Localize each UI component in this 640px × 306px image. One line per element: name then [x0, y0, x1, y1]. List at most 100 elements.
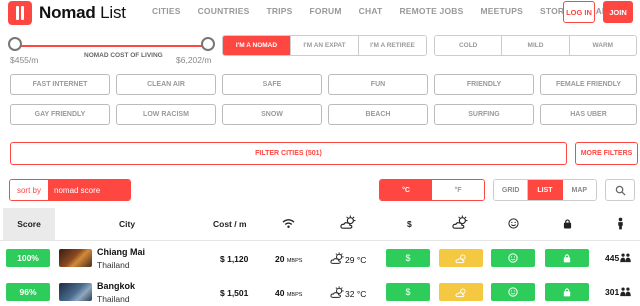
column-score-header[interactable]: Score: [3, 208, 55, 240]
safety-rating-cell: [545, 249, 589, 267]
tag-surfing[interactable]: SURFING: [434, 104, 534, 125]
tag-beach[interactable]: BEACH: [328, 104, 428, 125]
weather-icon: [340, 215, 356, 229]
nav-item-trips[interactable]: TRIPS: [266, 6, 292, 16]
tag-friendly[interactable]: FRIENDLY: [434, 74, 534, 95]
temperature: 29 °C: [330, 252, 366, 265]
cost-min-value: $455/m: [10, 55, 39, 65]
climate-cold[interactable]: COLD: [435, 36, 503, 55]
cost-max-value: $6,202/m: [176, 55, 212, 65]
cost-value: $ 1,120: [220, 254, 249, 264]
weather-rating-cell: [439, 283, 483, 301]
person-icon: [618, 217, 623, 230]
people-count: 301: [605, 287, 632, 297]
weather-icon: [454, 287, 466, 297]
logo-icon: [8, 1, 32, 25]
cost-rating-cell: $: [386, 249, 430, 267]
table-row[interactable]: 100% Chiang Mai Thailand $ 1,120 20 MBPS…: [0, 243, 640, 274]
nav-item-countries[interactable]: COUNTRIES: [198, 6, 250, 16]
people-icon: [620, 253, 631, 263]
smiley-icon: [508, 218, 519, 229]
filter-cities-button[interactable]: FILTER CITIES (501): [10, 142, 567, 165]
logo[interactable]: Nomad List: [8, 1, 126, 25]
top-header: Nomad List CITIES COUNTRIES TRIPS FORUM …: [0, 0, 640, 30]
join-button[interactable]: JOIN: [603, 1, 633, 23]
people-count: 445: [605, 253, 632, 263]
tag-snow[interactable]: SNOW: [222, 104, 322, 125]
nav-item-chat[interactable]: CHAT: [359, 6, 383, 16]
sort-selector[interactable]: sort by nomad score: [9, 179, 131, 201]
lock-icon: [563, 288, 571, 297]
search-button[interactable]: [605, 179, 635, 201]
climate-warm[interactable]: WARM: [569, 36, 636, 55]
weather-rating-cell: [439, 249, 483, 267]
cost-slider-max-handle[interactable]: [201, 37, 215, 51]
column-city-header[interactable]: City: [119, 219, 135, 229]
fun-rating-cell: [491, 249, 535, 267]
cost-slider-min-handle[interactable]: [8, 37, 22, 51]
climate-selector: COLD MILD WARM: [434, 35, 637, 56]
score-badge: 96%: [6, 283, 50, 301]
tag-gay-friendly[interactable]: GAY FRIENDLY: [10, 104, 110, 125]
table-row[interactable]: 96% Bangkok Thailand $ 1,501 40 MBPS 32 …: [0, 276, 640, 306]
climate-icon: [452, 215, 468, 229]
people-icon: [620, 287, 631, 297]
tag-clean-air-fix[interactable]: CLEAN AIR: [116, 74, 216, 95]
weather-icon: [330, 286, 344, 298]
tag-fast-internet-fix[interactable]: FAST INTERNET: [10, 74, 110, 95]
column-cost-header[interactable]: Cost / m: [213, 219, 247, 229]
unit-fahrenheit[interactable]: °F: [432, 180, 484, 200]
city-thumbnail[interactable]: [59, 249, 92, 267]
tag-female-friendly[interactable]: FEMALE FRIENDLY: [540, 74, 637, 95]
country-name: Thailand: [97, 294, 130, 304]
logo-text: Nomad List: [39, 3, 126, 22]
temperature-unit-toggle: °C °F: [379, 179, 485, 201]
smiley-icon: [508, 253, 518, 263]
more-filters-button[interactable]: MORE FILTERS: [575, 142, 638, 165]
cost-slider-track[interactable]: [14, 45, 210, 47]
persona-expat[interactable]: I'M AN EXPAT: [291, 36, 359, 55]
persona-retiree[interactable]: I'M A RETIREE: [359, 36, 426, 55]
internet-speed: 20 MBPS: [275, 254, 303, 264]
nav-item-meetups[interactable]: MEETUPS: [481, 6, 524, 16]
climate-mild[interactable]: MILD: [502, 36, 570, 55]
cost-slider-label: NOMAD COST OF LIVING: [84, 52, 163, 59]
cost-rating-cell: $: [386, 283, 430, 301]
nav-item-cities[interactable]: CITIES: [152, 6, 181, 16]
wifi-icon: [282, 219, 295, 228]
view-toggle: GRID LIST MAP: [493, 179, 597, 201]
table-header: [0, 207, 640, 241]
temperature: 32 °C: [330, 286, 366, 299]
login-button[interactable]: LOG IN: [563, 1, 595, 23]
column-price-header[interactable]: $: [407, 219, 412, 229]
view-list[interactable]: LIST: [528, 180, 563, 200]
internet-speed: 40 MBPS: [275, 288, 303, 298]
smiley-icon: [508, 287, 518, 297]
nav-item-remote-jobs[interactable]: REMOTE JOBS: [399, 6, 463, 16]
safety-rating-cell: [545, 283, 589, 301]
unit-celsius[interactable]: °C: [380, 180, 432, 200]
fun-rating-cell: [491, 283, 535, 301]
lock-icon: [563, 254, 571, 263]
tag-safe[interactable]: SAFE: [222, 74, 322, 95]
view-grid[interactable]: GRID: [494, 180, 529, 200]
lock-icon: [563, 219, 572, 229]
country-name: Thailand: [97, 260, 130, 270]
view-map[interactable]: MAP: [562, 180, 596, 200]
sort-label: sort by: [10, 180, 48, 200]
weather-icon: [330, 252, 344, 264]
cost-value: $ 1,501: [220, 288, 249, 298]
tag-has-uber[interactable]: HAS UBER: [540, 104, 637, 125]
score-badge: 100%: [6, 249, 50, 267]
tag-low-racism[interactable]: LOW RACISM: [116, 104, 216, 125]
sort-value[interactable]: nomad score: [48, 180, 130, 200]
nav-item-forum[interactable]: FORUM: [309, 6, 341, 16]
city-name[interactable]: Bangkok: [97, 281, 135, 291]
city-name[interactable]: Chiang Mai: [97, 247, 145, 257]
tag-fun[interactable]: FUN: [328, 74, 428, 95]
search-icon: [615, 185, 626, 196]
city-thumbnail[interactable]: [59, 283, 92, 301]
persona-nomad[interactable]: I'M A NOMAD: [223, 36, 291, 55]
weather-icon: [454, 253, 466, 263]
persona-selector: I'M A NOMAD I'M AN EXPAT I'M A RETIREE: [222, 35, 427, 56]
